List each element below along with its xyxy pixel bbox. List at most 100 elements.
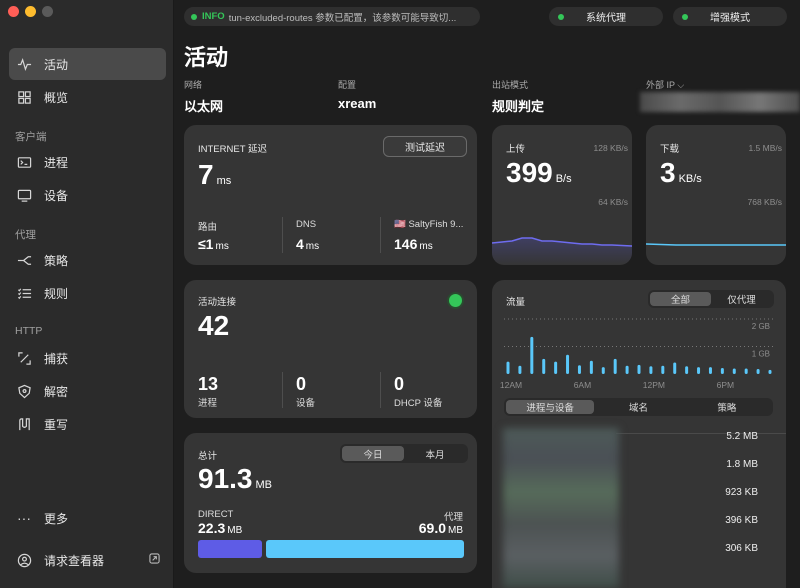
- system-proxy-label: 系统代理: [586, 13, 626, 24]
- latency-card: INTERNET 延迟 测试延迟 7 ms 路由 ≤1 ms DNS 4 ms 🇺🇸 …: [184, 125, 477, 265]
- divider: [616, 433, 786, 434]
- zoom-window-button[interactable]: [42, 6, 53, 17]
- sidebar-item-more[interactable]: ··· 更多: [9, 502, 166, 534]
- shield-icon: [16, 383, 32, 399]
- dhcp-count-label: DHCP 设备: [394, 398, 443, 409]
- sidebar-item-capture[interactable]: 捕获: [9, 342, 166, 374]
- enhanced-mode-toggle[interactable]: 增强模式: [673, 7, 787, 26]
- tab-domain[interactable]: 域名: [594, 400, 682, 414]
- x-tick-label: 12PM: [643, 380, 665, 390]
- direct-unit: MB: [227, 525, 243, 536]
- tab-proxy-only[interactable]: 仅代理: [711, 292, 772, 306]
- dns-number: 4: [296, 236, 304, 252]
- sidebar-item-activity[interactable]: 活动: [9, 48, 166, 80]
- log-message[interactable]: INFO tun-excluded-routes 参数已配置，该参数可能导致切.…: [184, 7, 480, 26]
- sidebar-item-label: 设备: [44, 188, 69, 203]
- x-tick-label: 6AM: [574, 380, 591, 390]
- status-dot: [558, 13, 564, 20]
- network-value: 以太网: [184, 99, 224, 114]
- config-label: 配置: [338, 80, 357, 90]
- upload-card: 上传 128 KB/s 399 B/s 64 KB/s: [492, 125, 632, 265]
- tab-policy[interactable]: 策略: [683, 400, 771, 414]
- traffic-bar: [601, 367, 605, 374]
- sidebar-item-label: 概览: [44, 90, 69, 105]
- monitor-icon: [16, 187, 32, 203]
- device-count: 0: [296, 374, 307, 394]
- download-card: 下载 1.5 MB/s 3 KB/s 768 KB/s: [646, 125, 786, 265]
- upload-mid-label: 64 KB/s: [598, 197, 628, 207]
- close-window-button[interactable]: [8, 6, 19, 17]
- minimize-window-button[interactable]: [25, 6, 36, 17]
- x-tick-label: 6PM: [717, 380, 734, 390]
- proxy-label: 🇺🇸 SaltyFish 9...: [394, 219, 464, 230]
- dns-latency: 4 ms: [296, 236, 319, 252]
- traffic-bar: [708, 367, 712, 374]
- outbound-label: 出站模式: [492, 80, 529, 90]
- sidebar-item-processes[interactable]: 进程: [9, 146, 166, 178]
- total-number: 91.3: [198, 463, 253, 494]
- sidebar-item-rewrite[interactable]: 重写: [9, 408, 166, 440]
- open-external-icon[interactable]: [149, 553, 160, 567]
- traffic-bar: [697, 367, 701, 374]
- status-dot: [682, 13, 688, 20]
- proxy-total-unit: MB: [448, 525, 463, 536]
- tab-month[interactable]: 本月: [404, 446, 466, 461]
- device-count-label: 设备: [296, 398, 316, 409]
- sidebar-item-label: 活动: [44, 57, 69, 72]
- process-count-label: 进程: [198, 398, 218, 409]
- proxy-number: 146: [394, 236, 418, 252]
- upload-max-label: 128 KB/s: [593, 143, 629, 153]
- y-tick-label-mid: 1 GB: [752, 350, 770, 359]
- test-latency-button[interactable]: 测试延迟: [383, 136, 467, 157]
- status-dot: [191, 13, 197, 20]
- dns-label: DNS: [296, 219, 317, 230]
- upload-sparkline: [492, 237, 632, 265]
- router-unit: ms: [215, 241, 229, 252]
- router-number: ≤1: [198, 236, 214, 252]
- tab-process-device[interactable]: 进程与设备: [506, 400, 595, 414]
- traffic-title: 流量: [506, 297, 526, 308]
- download-max-label: 1.5 MB/s: [748, 143, 782, 153]
- outbound-value: 规则判定: [492, 99, 545, 114]
- traffic-bar: [566, 354, 570, 374]
- traffic-bar: [542, 358, 546, 374]
- sidebar-item-devices[interactable]: 设备: [9, 179, 166, 211]
- direct-share-bar: [198, 540, 262, 558]
- y-tick-label-max: 2 GB: [752, 322, 770, 331]
- tab-today[interactable]: 今日: [342, 446, 404, 461]
- traffic-bar: [589, 360, 593, 374]
- upload-title: 上传: [506, 144, 526, 155]
- total-unit: MB: [255, 479, 273, 491]
- connections-title: 活动连接: [198, 297, 237, 308]
- latency-title: INTERNET 延迟: [198, 144, 267, 155]
- log-level: INFO: [202, 11, 225, 22]
- table-row-value: 5.2 MB: [726, 431, 758, 442]
- config-value: xream: [338, 96, 377, 111]
- sidebar-item-label: 重写: [44, 417, 69, 432]
- connections-status-dot: [449, 294, 462, 307]
- external-ip-info[interactable]: 外部 IP ⌵: [646, 78, 684, 91]
- sidebar-item-request-viewer[interactable]: 请求查看器: [9, 544, 166, 576]
- traffic-bar: [661, 365, 665, 374]
- network-info: 网络 以太网: [184, 78, 223, 115]
- section-http: HTTP: [15, 325, 43, 337]
- outbound-info[interactable]: 出站模式 规则判定: [492, 78, 544, 115]
- sidebar-item-overview[interactable]: 概览: [9, 81, 166, 113]
- config-info: 配置 xream: [338, 78, 376, 111]
- tab-all[interactable]: 全部: [650, 292, 711, 306]
- latency-unit: ms: [216, 175, 232, 187]
- branch-icon: [16, 252, 32, 268]
- download-value: 3 KB/s: [660, 157, 702, 189]
- proxy-unit: ms: [419, 241, 433, 252]
- sidebar-item-policies[interactable]: 策略: [9, 244, 166, 276]
- system-proxy-toggle[interactable]: 系统代理: [549, 7, 663, 26]
- table-row-value: 306 KB: [725, 543, 758, 554]
- traffic-bar: [506, 361, 510, 374]
- traffic-bar: [732, 368, 736, 374]
- sidebar-item-rules[interactable]: 规则: [9, 277, 166, 309]
- traffic-share-bar: [198, 540, 464, 558]
- traffic-scope-segmented: 全部 仅代理: [648, 290, 774, 308]
- download-unit: KB/s: [678, 173, 702, 185]
- divider: [282, 217, 283, 253]
- sidebar-item-decrypt[interactable]: 解密: [9, 375, 166, 407]
